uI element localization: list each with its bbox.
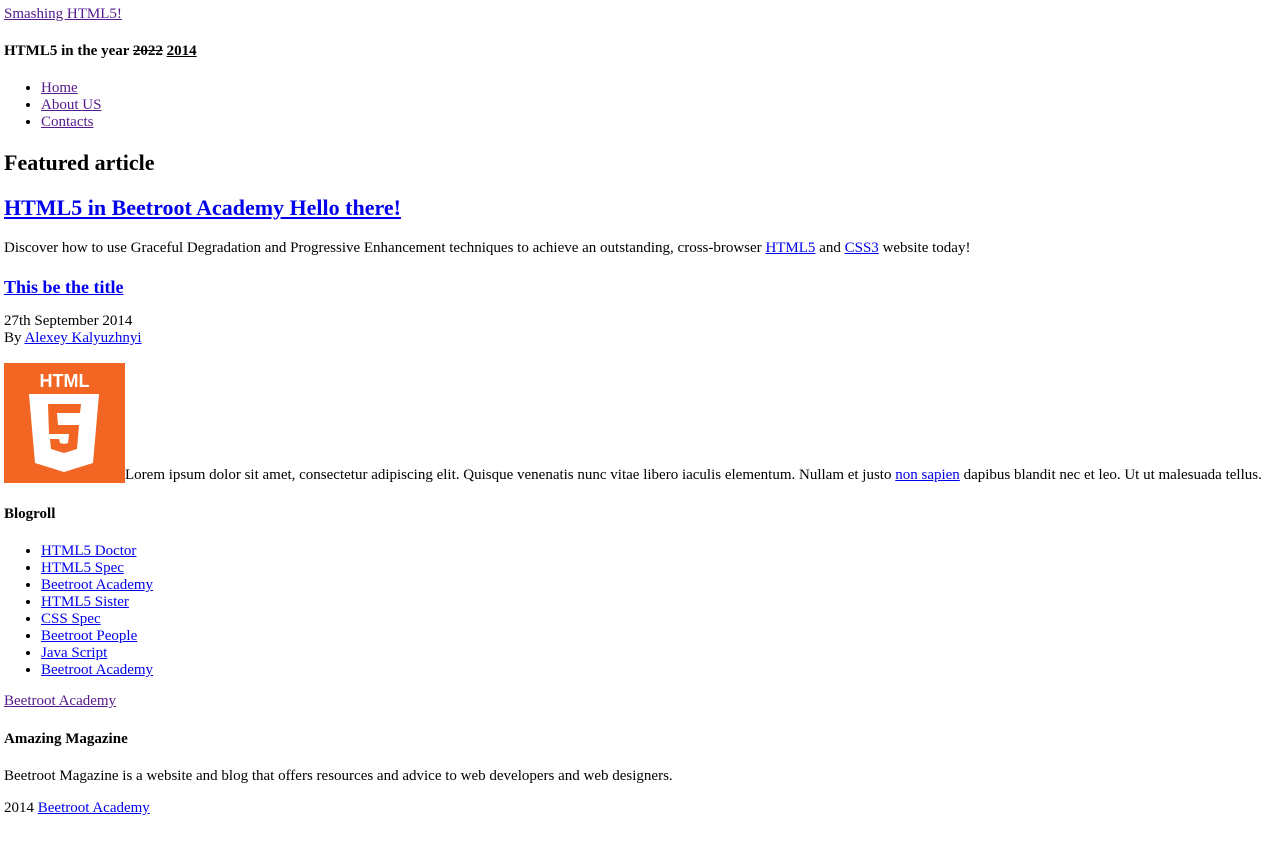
blogroll-link-html5-spec[interactable]: HTML5 Spec: [41, 560, 124, 576]
post-title: This be the title: [4, 277, 124, 297]
footer-year: 2014: [4, 800, 34, 816]
featured-desc-and: and: [819, 240, 841, 256]
html5-link[interactable]: HTML5: [765, 240, 815, 256]
blogroll-item: Beetroot People: [41, 628, 153, 645]
html5-logo-text: HTML: [40, 371, 90, 391]
nav-item-about: About US: [41, 97, 101, 114]
blogroll-item: Java Script: [41, 645, 153, 662]
featured-desc-text-1: Discover how to use Graceful Degradation…: [4, 240, 762, 256]
nav-item-contacts: Contacts: [41, 114, 101, 131]
blogroll-link-beetroot-academy[interactable]: Beetroot Academy: [41, 577, 153, 593]
post-author-link[interactable]: Alexey Kalyuzhnyi: [24, 330, 141, 346]
tagline-prefix: HTML5 in the year: [4, 43, 130, 59]
blogroll-link-html5-doctor[interactable]: HTML5 Doctor: [41, 543, 136, 559]
post-body: HTML Lorem ipsum dolor sit amet, consect…: [4, 363, 1262, 484]
post-text: Lorem ipsum dolor sit amet, consectetur …: [125, 467, 1262, 483]
blogroll-item: HTML5 Doctor: [41, 543, 153, 560]
featured-title-link[interactable]: HTML5 in Beetroot Academy Hello there!: [4, 195, 401, 220]
tagline-new-year: 2014: [166, 43, 197, 59]
non-sapien-link[interactable]: non sapien: [895, 467, 960, 483]
main-nav: Home About US Contacts: [0, 80, 101, 131]
featured-heading: Featured article: [4, 150, 155, 175]
blogroll-link-html5-sister[interactable]: HTML5 Sister: [41, 594, 129, 610]
css3-link[interactable]: CSS3: [845, 240, 879, 256]
blogroll-item: HTML5 Sister: [41, 594, 153, 611]
nav-link-contacts[interactable]: Contacts: [41, 114, 94, 130]
footer-heading: Amazing Magazine: [4, 731, 128, 747]
post-body-text-1: Lorem ipsum dolor sit amet, consectetur …: [125, 467, 892, 483]
blogroll-link-beetroot-academy-2[interactable]: Beetroot Academy: [41, 662, 153, 678]
blogroll-item: Beetroot Academy: [41, 662, 153, 679]
post-date: 27th September 2014: [4, 313, 133, 329]
post-title-link[interactable]: This be the title: [4, 277, 124, 297]
post-by-label: By: [4, 330, 22, 346]
nav-link-about[interactable]: About US: [41, 97, 101, 113]
footer-copyright: 2014 Beetroot Academy: [4, 800, 150, 817]
post-body-text-2: dapibus blandit nec et leo. Ut ut malesu…: [963, 467, 1262, 483]
blogroll-item: HTML5 Spec: [41, 560, 153, 577]
nav-link-home[interactable]: Home: [41, 80, 78, 96]
footer-brand-link[interactable]: Beetroot Academy: [4, 693, 116, 710]
featured-desc-text-2: website today!: [882, 240, 971, 256]
post-byline: By Alexey Kalyuzhnyi: [4, 330, 142, 347]
featured-description: Discover how to use Graceful Degradation…: [4, 240, 970, 257]
blogroll-link-java-script[interactable]: Java Script: [41, 645, 107, 661]
html5-logo-image: HTML: [4, 363, 125, 483]
tagline: HTML5 in the year 2022 2014: [4, 43, 197, 60]
blogroll-heading: Blogroll: [4, 506, 56, 522]
featured-title: HTML5 in Beetroot Academy Hello there!: [4, 195, 401, 221]
blogroll-item: Beetroot Academy: [41, 577, 153, 594]
blogroll-link-css-spec[interactable]: CSS Spec: [41, 611, 101, 627]
footer-copyright-link[interactable]: Beetroot Academy: [38, 800, 150, 816]
tagline-old-year: 2022: [132, 43, 163, 59]
nav-item-home: Home: [41, 80, 101, 97]
blogroll-link-beetroot-people[interactable]: Beetroot People: [41, 628, 137, 644]
blogroll-item: CSS Spec: [41, 611, 153, 628]
blogroll-list: HTML5 Doctor HTML5 Spec Beetroot Academy…: [0, 543, 153, 679]
footer-description: Beetroot Magazine is a website and blog …: [4, 768, 673, 784]
site-title-link[interactable]: Smashing HTML5!: [4, 6, 122, 23]
